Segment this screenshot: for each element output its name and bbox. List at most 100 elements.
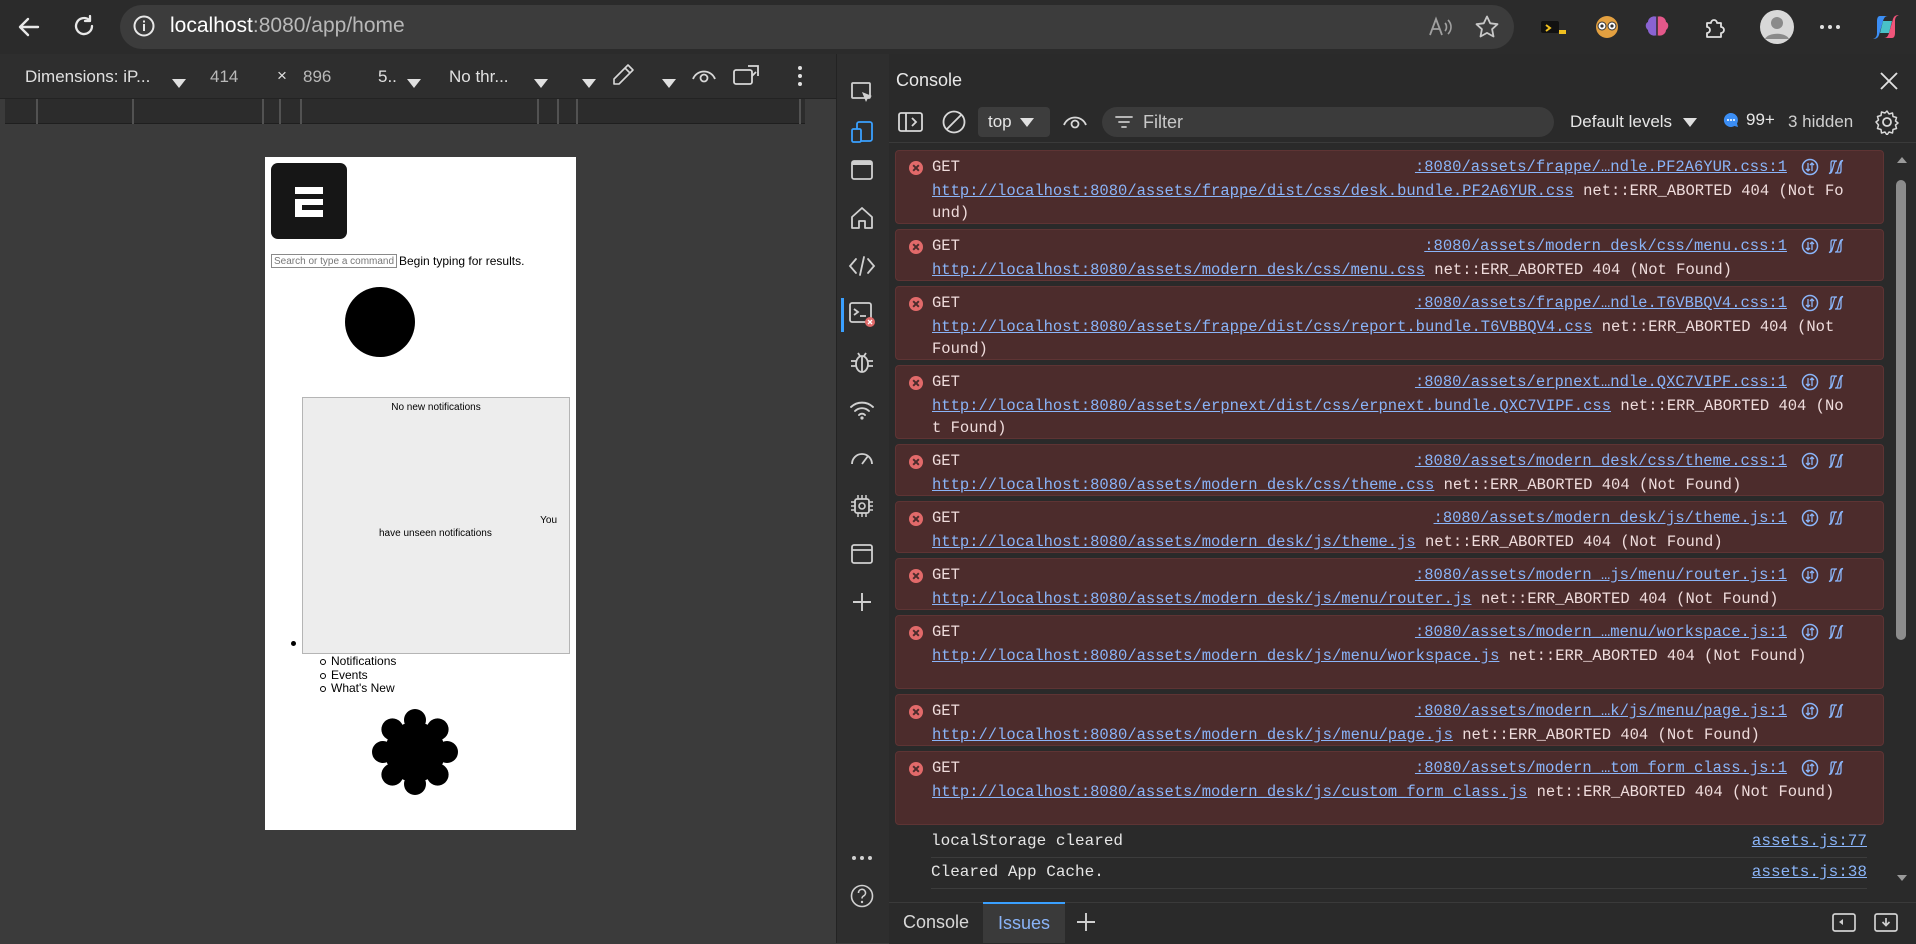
network-request-icon[interactable] — [1801, 373, 1819, 391]
memory-chip-icon[interactable] — [844, 488, 880, 524]
favorite-star-icon[interactable] — [1470, 10, 1504, 44]
source-link[interactable]: :8080/assets/modern_…js/menu/router.js:1 — [1415, 566, 1787, 584]
dock-drawer-icon[interactable] — [1830, 910, 1858, 939]
source-link[interactable]: assets.js:38 — [1752, 858, 1867, 886]
chevron-down-icon[interactable] — [582, 73, 596, 93]
performance-gauge-icon[interactable] — [844, 440, 880, 476]
extension-brain-icon[interactable] — [1640, 10, 1674, 44]
reload-icon[interactable] — [67, 10, 101, 44]
source-link[interactable]: :8080/assets/modern_desk/js/theme.js:1 — [1434, 509, 1787, 527]
menu-item-whats-new[interactable]: What's New — [320, 681, 396, 696]
copilot-explain-icon[interactable] — [1827, 373, 1845, 391]
clear-console-icon[interactable] — [941, 109, 967, 140]
request-url-link[interactable]: http://localhost:8080/assets/modern_desk… — [932, 590, 1472, 608]
source-link[interactable]: :8080/assets/modern_…menu/workspace.js:1 — [1415, 623, 1787, 641]
request-url-link[interactable]: http://localhost:8080/assets/modern_desk… — [932, 261, 1425, 279]
menu-item-notifications[interactable]: Notifications — [320, 654, 396, 669]
copilot-explain-icon[interactable] — [1827, 452, 1845, 470]
extension-icon[interactable] — [1536, 10, 1570, 44]
search-input[interactable]: Search or type a command — [271, 254, 397, 268]
copilot-explain-icon[interactable] — [1827, 702, 1845, 720]
application-panel-icon[interactable] — [844, 536, 880, 572]
back-icon[interactable] — [12, 10, 46, 44]
address-url[interactable]: localhost:8080/app/home — [170, 14, 405, 38]
source-link[interactable]: :8080/assets/frappe/…ndle.T6VBBQV4.css:1 — [1415, 294, 1787, 312]
welcome-panel-icon[interactable] — [844, 152, 880, 188]
screenshot-icon[interactable] — [732, 64, 760, 93]
copilot-explain-icon[interactable] — [1827, 294, 1845, 312]
eyedropper-icon[interactable] — [610, 62, 636, 93]
close-icon[interactable] — [1874, 66, 1904, 96]
request-url-link[interactable]: http://localhost:8080/assets/erpnext/dis… — [932, 397, 1611, 415]
network-wifi-icon[interactable] — [844, 392, 880, 428]
source-link[interactable]: assets.js:77 — [1752, 827, 1867, 855]
execution-context-select[interactable]: top — [978, 107, 1050, 137]
zoom-select[interactable]: 5.. — [378, 67, 397, 87]
home-icon[interactable] — [844, 200, 880, 236]
vision-deficiency-icon[interactable] — [691, 65, 717, 90]
log-levels-select[interactable]: Default levels — [1570, 112, 1697, 132]
network-request-icon[interactable] — [1801, 566, 1819, 584]
read-aloud-icon[interactable] — [1424, 10, 1458, 44]
network-request-icon[interactable] — [1801, 759, 1819, 777]
settings-gear-icon[interactable] — [372, 709, 458, 795]
app-logo[interactable] — [271, 163, 347, 239]
dimensions-select[interactable]: Dimensions: iP... — [25, 67, 150, 87]
chevron-down-icon[interactable] — [172, 73, 186, 93]
chevron-down-icon[interactable] — [407, 73, 421, 93]
source-link[interactable]: :8080/assets/erpnext…ndle.QXC7VIPF.css:1 — [1415, 373, 1787, 391]
help-icon[interactable] — [844, 878, 880, 914]
source-link[interactable]: :8080/assets/modern_…k/js/menu/page.js:1 — [1415, 702, 1787, 720]
throttle-select[interactable]: No thr... — [449, 67, 509, 87]
media-query-ruler[interactable] — [5, 99, 805, 124]
more-options-icon[interactable] — [1813, 10, 1847, 44]
add-drawer-tab-plus-icon[interactable] — [1074, 910, 1098, 939]
copilot-explain-icon[interactable] — [1827, 623, 1845, 641]
tab-console[interactable]: Console — [895, 902, 977, 943]
source-link[interactable]: :8080/assets/frappe/…ndle.PF2A6YUR.css:1 — [1415, 158, 1787, 176]
device-toolbar-more-icon[interactable] — [796, 64, 804, 93]
tab-issues[interactable]: Issues — [983, 902, 1065, 943]
filter-input[interactable]: Filter — [1102, 107, 1554, 137]
site-info-icon[interactable] — [130, 12, 158, 40]
copilot-icon[interactable] — [1869, 10, 1903, 44]
request-url-link[interactable]: http://localhost:8080/assets/frappe/dist… — [932, 318, 1592, 336]
add-tool-plus-icon[interactable] — [844, 584, 880, 620]
source-link[interactable]: :8080/assets/modern_desk/css/menu.css:1 — [1424, 237, 1787, 255]
device-height-input[interactable]: 896 — [303, 67, 331, 87]
chevron-down-icon[interactable] — [534, 73, 548, 93]
menu-item-events[interactable]: Events — [320, 668, 396, 683]
copilot-explain-icon[interactable] — [1827, 759, 1845, 777]
device-width-input[interactable]: 414 — [210, 67, 238, 87]
extension-eyes-icon[interactable] — [1590, 10, 1624, 44]
profile-avatar-icon[interactable] — [1758, 8, 1796, 46]
chevron-down-icon[interactable] — [662, 73, 676, 93]
sidebar-toggle-icon[interactable] — [897, 109, 925, 140]
console-icon[interactable] — [844, 296, 880, 332]
network-request-icon[interactable] — [1801, 452, 1819, 470]
inspect-element-icon[interactable] — [844, 75, 880, 111]
network-request-icon[interactable] — [1801, 294, 1819, 312]
copilot-explain-icon[interactable] — [1827, 509, 1845, 527]
network-request-icon[interactable] — [1801, 158, 1819, 176]
elements-code-icon[interactable] — [844, 248, 880, 284]
close-drawer-icon[interactable] — [1872, 910, 1900, 939]
request-url-link[interactable]: http://localhost:8080/assets/modern_desk… — [932, 783, 1527, 801]
copilot-explain-icon[interactable] — [1827, 237, 1845, 255]
issues-counter[interactable]: 99+ — [1722, 110, 1775, 130]
network-request-icon[interactable] — [1801, 623, 1819, 641]
request-url-link[interactable]: http://localhost:8080/assets/modern_desk… — [932, 647, 1499, 665]
device-emulation-icon[interactable] — [844, 114, 880, 150]
request-url-link[interactable]: http://localhost:8080/assets/modern_desk… — [932, 476, 1434, 494]
debugger-bug-icon[interactable] — [844, 344, 880, 380]
copilot-explain-icon[interactable] — [1827, 158, 1845, 176]
source-link[interactable]: :8080/assets/modern_desk/css/theme.css:1 — [1415, 452, 1787, 470]
live-expression-eye-icon[interactable] — [1062, 110, 1088, 139]
network-request-icon[interactable] — [1801, 509, 1819, 527]
request-url-link[interactable]: http://localhost:8080/assets/modern_desk… — [932, 726, 1453, 744]
scrollbar-thumb[interactable] — [1896, 180, 1906, 640]
network-request-icon[interactable] — [1801, 237, 1819, 255]
request-url-link[interactable]: http://localhost:8080/assets/modern_desk… — [932, 533, 1416, 551]
network-request-icon[interactable] — [1801, 702, 1819, 720]
avatar[interactable] — [345, 287, 415, 357]
